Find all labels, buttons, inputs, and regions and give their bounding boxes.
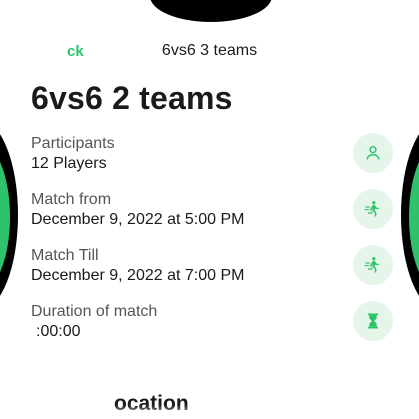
page-title: 6vs6 2 teams: [31, 80, 233, 116]
detail-label: Duration of match: [31, 303, 158, 320]
screen-notch: [150, 0, 272, 22]
detail-label: Participants: [31, 135, 115, 152]
detail-row-match-till: Match Till December 9, 2022 at 7:00 PM: [31, 245, 393, 287]
watch-screen: ck 6vs6 3 teams 6vs6 2 teams Participant…: [0, 0, 419, 419]
bottom-fade: [0, 405, 419, 419]
header-title: 6vs6 3 teams: [161, 42, 258, 59]
person-icon[interactable]: [353, 133, 393, 173]
detail-label: Match Till: [31, 247, 99, 264]
hourglass-icon[interactable]: [353, 301, 393, 341]
detail-row-match-from: Match from December 9, 2022 at 5:00 PM: [31, 189, 393, 231]
running-player-icon[interactable]: [353, 189, 393, 229]
running-player-icon[interactable]: [353, 245, 393, 285]
detail-value: December 9, 2022 at 5:00 PM: [31, 211, 245, 228]
detail-row-duration: Duration of match :00:00: [31, 301, 393, 343]
detail-row-participants: Participants 12 Players: [31, 133, 393, 175]
detail-label: Match from: [31, 191, 112, 208]
detail-value: 12 Players: [31, 155, 107, 172]
detail-value: :00:00: [36, 323, 81, 340]
detail-value: December 9, 2022 at 7:00 PM: [31, 267, 245, 284]
